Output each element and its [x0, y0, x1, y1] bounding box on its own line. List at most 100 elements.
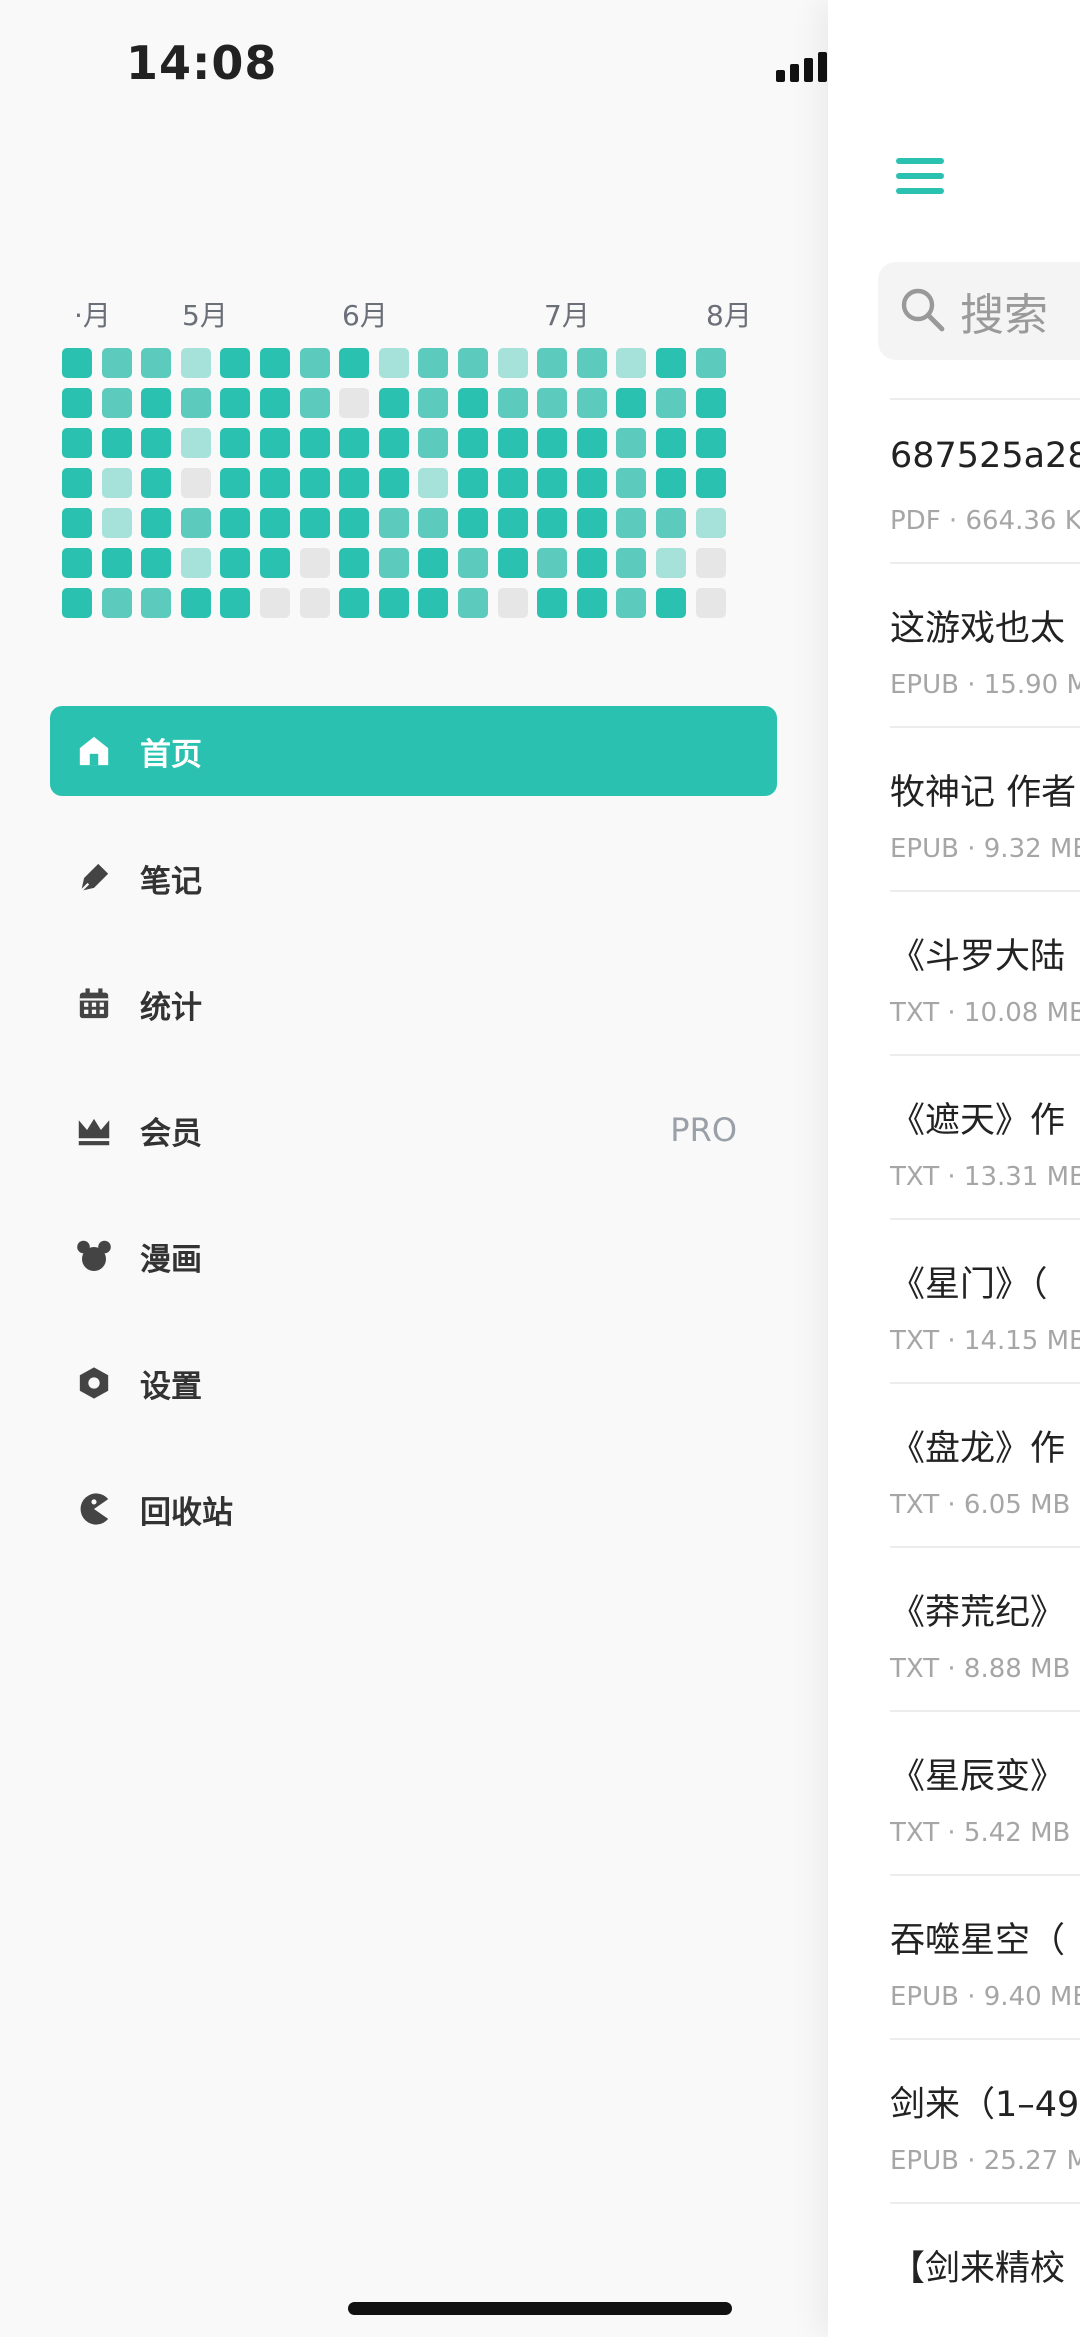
- heatmap-cell[interactable]: [695, 468, 726, 498]
- heatmap-cell[interactable]: [656, 428, 686, 458]
- heatmap-cell[interactable]: [458, 388, 488, 418]
- heatmap-cell[interactable]: [576, 428, 607, 458]
- heatmap-cell[interactable]: [141, 548, 172, 578]
- heatmap-cell[interactable]: [458, 508, 488, 538]
- heatmap-cell[interactable]: [62, 548, 92, 578]
- heatmap-cell[interactable]: [418, 428, 449, 458]
- heatmap-cell[interactable]: [616, 468, 647, 498]
- heatmap-cell[interactable]: [616, 388, 647, 418]
- heatmap-cell[interactable]: [497, 348, 528, 378]
- heatmap-cell[interactable]: [537, 588, 568, 618]
- file-row[interactable]: 《遮天》作 TXT · 13.31 MB: [890, 1054, 1080, 1220]
- search-input[interactable]: 搜索: [878, 262, 1080, 360]
- heatmap-cell[interactable]: [497, 548, 528, 578]
- heatmap-cell[interactable]: [418, 588, 449, 618]
- heatmap-cell[interactable]: [339, 588, 370, 618]
- heatmap-cell[interactable]: [616, 588, 647, 618]
- heatmap-cell[interactable]: [141, 468, 172, 498]
- heatmap-cell[interactable]: [62, 348, 92, 378]
- heatmap-cell[interactable]: [339, 508, 370, 538]
- heatmap-cell[interactable]: [62, 508, 92, 538]
- heatmap-cell[interactable]: [537, 348, 568, 378]
- heatmap-cell[interactable]: [656, 548, 686, 578]
- heatmap-cell[interactable]: [339, 468, 370, 498]
- heatmap-cell[interactable]: [418, 508, 449, 538]
- heatmap-cell[interactable]: [497, 388, 528, 418]
- heatmap-cell[interactable]: [260, 548, 290, 578]
- heatmap-cell[interactable]: [180, 508, 211, 538]
- heatmap-cell[interactable]: [576, 468, 607, 498]
- heatmap-cell[interactable]: [101, 428, 132, 458]
- heatmap-cell[interactable]: [576, 348, 607, 378]
- menu-item-membership[interactable]: 会员 PRO: [50, 1085, 777, 1175]
- heatmap-cell[interactable]: [656, 508, 686, 538]
- heatmap-cell[interactable]: [299, 588, 330, 618]
- heatmap-cell[interactable]: [616, 428, 647, 458]
- heatmap-cell[interactable]: [576, 588, 607, 618]
- heatmap-cell[interactable]: [378, 348, 409, 378]
- heatmap-cell[interactable]: [418, 348, 449, 378]
- heatmap-cell[interactable]: [418, 548, 449, 578]
- heatmap-cell[interactable]: [497, 428, 528, 458]
- heatmap-cell[interactable]: [656, 468, 686, 498]
- heatmap-cell[interactable]: [458, 468, 488, 498]
- menu-item-stats[interactable]: 统计: [50, 959, 777, 1049]
- heatmap-cell[interactable]: [101, 468, 132, 498]
- heatmap-cell[interactable]: [378, 508, 409, 538]
- file-row[interactable]: 剑来（1–49 EPUB · 25.27 M: [890, 2038, 1080, 2204]
- heatmap-cell[interactable]: [299, 548, 330, 578]
- heatmap-cell[interactable]: [101, 548, 132, 578]
- heatmap-cell[interactable]: [537, 388, 568, 418]
- menu-item-comics[interactable]: 漫画: [50, 1211, 777, 1301]
- heatmap-cell[interactable]: [62, 428, 92, 458]
- heatmap-cell[interactable]: [695, 548, 726, 578]
- heatmap-cell[interactable]: [378, 388, 409, 418]
- heatmap-cell[interactable]: [695, 428, 726, 458]
- menu-item-settings[interactable]: 设置: [50, 1338, 777, 1428]
- file-row[interactable]: 牧神记 作者 EPUB · 9.32 MB: [890, 726, 1080, 892]
- file-row[interactable]: 687525a28 PDF · 664.36 K: [890, 398, 1080, 564]
- heatmap-cell[interactable]: [378, 548, 409, 578]
- heatmap-cell[interactable]: [180, 428, 211, 458]
- heatmap-cell[interactable]: [616, 348, 647, 378]
- heatmap-cell[interactable]: [220, 508, 251, 538]
- heatmap-cell[interactable]: [299, 508, 330, 538]
- file-row[interactable]: 《星辰变》 TXT · 5.42 MB: [890, 1710, 1080, 1876]
- heatmap-cell[interactable]: [497, 508, 528, 538]
- heatmap-cell[interactable]: [497, 468, 528, 498]
- file-row[interactable]: 《盘龙》作 TXT · 6.05 MB: [890, 1382, 1080, 1548]
- heatmap-cell[interactable]: [260, 508, 290, 538]
- heatmap-cell[interactable]: [220, 348, 251, 378]
- heatmap-cell[interactable]: [616, 508, 647, 538]
- heatmap-cell[interactable]: [62, 468, 92, 498]
- heatmap-cell[interactable]: [458, 548, 488, 578]
- heatmap-cell[interactable]: [616, 548, 647, 578]
- heatmap-cell[interactable]: [576, 388, 607, 418]
- heatmap-cell[interactable]: [101, 388, 132, 418]
- heatmap-cell[interactable]: [299, 348, 330, 378]
- heatmap-cell[interactable]: [260, 348, 290, 378]
- heatmap-cell[interactable]: [220, 468, 251, 498]
- heatmap-cell[interactable]: [576, 508, 607, 538]
- heatmap-cell[interactable]: [101, 508, 132, 538]
- heatmap-cell[interactable]: [62, 588, 92, 618]
- heatmap-cell[interactable]: [260, 588, 290, 618]
- heatmap-cell[interactable]: [180, 588, 211, 618]
- heatmap-cell[interactable]: [260, 388, 290, 418]
- heatmap-cell[interactable]: [141, 388, 172, 418]
- file-row[interactable]: 吞噬星空（ EPUB · 9.40 MB: [890, 1874, 1080, 2040]
- menu-toggle-icon[interactable]: [896, 158, 944, 203]
- heatmap-cell[interactable]: [339, 548, 370, 578]
- heatmap-cell[interactable]: [458, 428, 488, 458]
- heatmap-cell[interactable]: [656, 348, 686, 378]
- heatmap-cell[interactable]: [695, 588, 726, 618]
- heatmap-cell[interactable]: [299, 468, 330, 498]
- heatmap-cell[interactable]: [180, 348, 211, 378]
- heatmap-cell[interactable]: [576, 548, 607, 578]
- heatmap-cell[interactable]: [497, 588, 528, 618]
- heatmap-cell[interactable]: [141, 508, 172, 538]
- heatmap-cell[interactable]: [418, 388, 449, 418]
- menu-item-trash[interactable]: 回收站: [50, 1464, 777, 1554]
- heatmap-cell[interactable]: [260, 468, 290, 498]
- heatmap-cell[interactable]: [458, 588, 488, 618]
